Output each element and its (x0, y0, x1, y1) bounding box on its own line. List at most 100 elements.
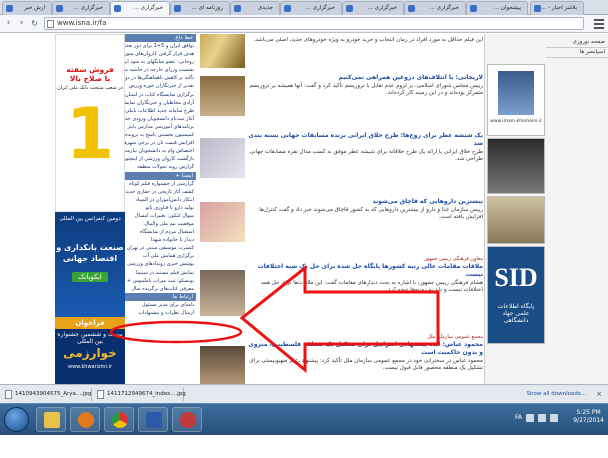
tab[interactable]: روزنامه ای ... (170, 1, 230, 15)
tab-label: ارش خبر (24, 5, 45, 11)
right-menu-item[interactable]: صفحه نوروزی (546, 38, 608, 48)
news-list-item[interactable]: تولید دارو با فناوری نانو (125, 204, 196, 212)
favicon-icon (346, 5, 353, 12)
close-icon[interactable]: × (596, 388, 602, 401)
show-all-downloads-link[interactable]: Show all downloads... (527, 388, 586, 401)
official-photo (200, 270, 245, 316)
tray-up-icon[interactable] (526, 414, 534, 422)
tab[interactable]: خبرگزاری ... (404, 1, 466, 15)
taskbar-chrome[interactable] (104, 407, 134, 432)
network-icon[interactable] (538, 414, 546, 422)
taskbar-explorer[interactable] (36, 407, 66, 432)
news-list-item[interactable]: طرح سامانه جدید اطلاعات بانکی (125, 107, 196, 115)
news-story[interactable]: لاریجانی: با انتلاف‌های دروغین همراهی نم… (200, 74, 483, 116)
tab[interactable]: خبرگزاری ... (280, 1, 342, 15)
news-story[interactable]: معاون فرهنگی رییس جمهور ملاقات مقامات عا… (200, 256, 483, 316)
story-title[interactable]: محمود عباس: ایده پیشنهادی اسراییل برای ت… (248, 341, 483, 357)
news-list-item[interactable]: کمیسیون نخستین پاسخ به پرونده‌ها (125, 131, 196, 139)
news-list-item[interactable]: توافق ایران و 5+1 برای دور بعدی مذاکرات (125, 42, 196, 50)
menu-icon[interactable] (594, 19, 604, 29)
news-list-item[interactable]: ارسال نظرات و پیشنهادات (125, 309, 196, 317)
news-list-item[interactable]: افزایش قیمت نان در برخی شهرها (125, 139, 196, 147)
tab-label: جدیدی (257, 5, 273, 11)
tab-active[interactable]: خبرگزاری ... (110, 1, 170, 15)
news-list-item[interactable]: پوشش خبری رویدادهای ورزشی (125, 260, 196, 268)
taskbar-media[interactable] (70, 407, 100, 432)
forward-icon[interactable]: › (16, 18, 27, 29)
news-list-item[interactable]: موفقیت تیم ملی والیبال (125, 220, 196, 228)
news-list-item[interactable]: برگزاری نمایشگاه کتاب در استان‌ها 2014 (125, 91, 196, 99)
news-list-item[interactable]: گزارش روند تحولات منطقه (125, 163, 196, 171)
news-list: نامه‌ای برای مدیر مسئول ارسال نظرات و پیش… (125, 301, 196, 317)
news-list-item[interactable]: نمایش فیلم مستند در سینما (125, 269, 196, 277)
tab[interactable]: پیشخوان ... (466, 1, 528, 15)
news-list-item[interactable]: بازگشت کاروان ورزشی از اینچئون (125, 155, 196, 163)
leader-photo[interactable] (487, 138, 545, 194)
downloads-bar: 1410943904575_Arya....jpg 1411712949674_… (0, 384, 608, 403)
taskbar-app[interactable] (172, 407, 202, 432)
tab-label: بلاشر اخبار - ... (541, 5, 577, 11)
story-title[interactable]: بیشترین داروهایی که قاچاق می‌شوند (248, 198, 483, 206)
conf-top: دومین کنفرانس بین المللی (59, 216, 121, 222)
news-list-item[interactable]: کشف آثار تاریخی در حفاری جدید (125, 188, 196, 196)
news-story[interactable]: یک شیشه عطر برای زوج‌ها؛ طرح خلاق ایرانی… (200, 132, 483, 178)
favicon-icon (284, 5, 291, 12)
story-title[interactable]: ملاقات مقامات عالی رتبه کشورها پایگاه حل… (248, 263, 483, 279)
download-item[interactable]: 1411712949674_index....jpg (96, 388, 186, 401)
news-list-item[interactable]: دیدار با خانواده شهدا (125, 236, 196, 244)
story-title[interactable]: لاریجانی: با انتلاف‌های دروغین همراهی نم… (248, 74, 483, 82)
clock[interactable]: 5:25 PM 9/27/2014 (573, 409, 604, 425)
ad-banner-conference[interactable]: دومین کنفرانس بین المللی صنعت بانکداری و… (55, 212, 125, 317)
volume-icon[interactable] (550, 414, 558, 422)
reload-icon[interactable]: ↻ (29, 18, 40, 29)
list-header: ایسنا + (125, 171, 196, 180)
news-story[interactable]: بیشترین داروهایی که قاچاق می‌شوند رییس س… (200, 198, 483, 242)
download-item[interactable]: 1410943904575_Arya....jpg (4, 388, 92, 401)
ad-banner-award[interactable]: فراخوان بیست و ششمین جشنواره بین المللی … (55, 317, 125, 384)
news-list-item[interactable]: نشست وزرای خارجه در حاشیه مجمع عمومی (125, 66, 196, 74)
tab[interactable]: ارش خبر (2, 1, 52, 15)
tab-label: روزنامه ای ... (191, 5, 223, 11)
start-button[interactable] (4, 407, 29, 432)
news-list-item[interactable]: تأکید بر کاهش ناهماهنگی‌ها در دولت (125, 74, 196, 82)
tab[interactable]: بلاشر اخبار - ... (530, 1, 584, 15)
news-list-item[interactable]: کنسرت موسیقی سنتی در تهران (125, 244, 196, 252)
news-list-item[interactable]: سوال کنکور: تغییرات امسال (125, 212, 196, 220)
perfume-image (200, 138, 245, 178)
right-menu-item[interactable]: اسپانسر ها (546, 48, 608, 58)
news-list-item[interactable]: هدف قرار گرفتن کاروان‌های سوری توسط داعش (125, 50, 196, 58)
language-indicator[interactable]: FA (515, 414, 522, 421)
story-title[interactable]: یک شیشه عطر برای زوج‌ها؛ طرح خلاق ایرانی… (248, 132, 483, 148)
news-list-item[interactable]: تقدیر از خبرنگاران حوزه ورزش (125, 82, 196, 90)
news-list-item[interactable]: برگزاری همایش ملی آب (125, 252, 196, 260)
news-list-item[interactable]: آزادی مخاطبان و خبرنگاران نمایشگاه (125, 99, 196, 107)
news-list-item[interactable]: برنامه‌های آموزشی مدارس پاییز (125, 123, 196, 131)
address-bar[interactable]: www.isna.ir/fa (44, 17, 584, 30)
news-list-item[interactable]: گزارشی از جشنواره فیلم کوتاه (125, 180, 196, 188)
news-list-item[interactable]: اختصاص وام به دانشجویان نیازمند (125, 147, 196, 155)
news-list-item[interactable]: یونسکو: ثبت میراث ناملموس + عکس (125, 277, 196, 285)
president-photo[interactable] (487, 196, 545, 244)
imam-khomeini-banner[interactable]: www.imam-khomeini.ir (487, 64, 545, 136)
back-icon[interactable]: ‹ (3, 18, 14, 29)
news-list-item[interactable]: آغاز ثبت‌نام دانشجویان ورودی جدید (125, 115, 196, 123)
tab-strip: بلاشر اخبار - ... پیشخوان ... خبرگزاری .… (0, 0, 608, 15)
award-head: فراخوان (55, 317, 125, 329)
sale-title: فروش سفته (66, 65, 114, 74)
news-story[interactable]: این فیلم حداقل به مورد افراد در زمان انت… (200, 34, 483, 68)
news-list-item[interactable]: نامه‌ای برای مدیر مسئول (125, 301, 196, 309)
taskbar: FA 5:25 PM 9/27/2014 (0, 403, 608, 435)
news-list-item[interactable]: ابتکار دانش‌آموزان در المپیاد (125, 196, 196, 204)
tab[interactable]: خبرگزاری ... (342, 1, 404, 15)
sid-banner[interactable]: SID پایگاه اطلاعات علمی جهاد دانشگاهی (487, 246, 545, 344)
tab[interactable]: جدیدی (230, 1, 280, 15)
taskbar-word[interactable] (138, 407, 168, 432)
news-list-item[interactable]: استقبال مردم از نمایشگاه (125, 228, 196, 236)
clock-date: 9/27/2014 (573, 417, 604, 424)
news-story[interactable]: مجمع عمومی سازمان ملل محمود عباس: ایده پ… (200, 334, 483, 384)
news-list-item[interactable]: روحانی: عضو شانگهای به سود ایران است (125, 58, 196, 66)
tab-label: پیشخوان ... (493, 5, 521, 11)
ad-banner-sale[interactable]: فروش سفته با صلاح بالا در شعب منتخب بانک… (55, 34, 125, 212)
news-list-item[interactable]: معرفی کتاب‌های برگزیده سال (125, 285, 196, 293)
tab[interactable]: خبرگزاری ... (52, 1, 110, 15)
